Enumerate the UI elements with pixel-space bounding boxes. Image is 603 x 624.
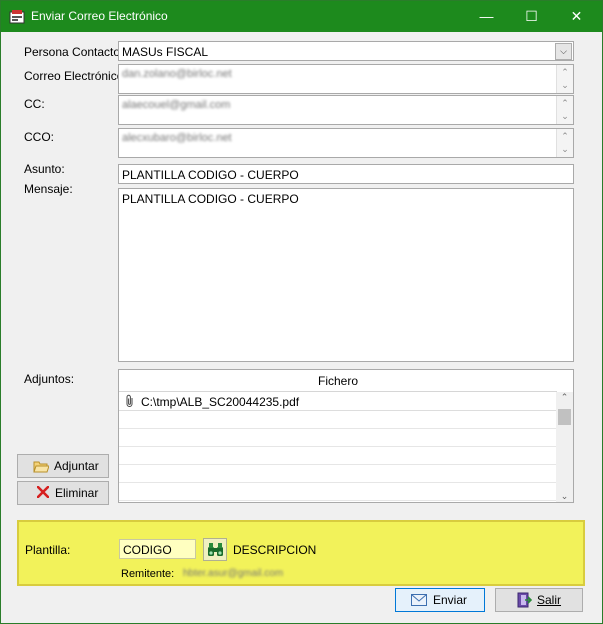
template-panel: Plantilla: CODIGO DESCRIPCION Remitente:… [17,520,585,586]
exit-label: Salir [537,593,562,607]
exit-door-icon [516,592,533,611]
attachments-scrollbar[interactable]: ⌃ ⌄ [556,392,573,502]
exit-button[interactable]: Salir [495,588,583,612]
template-code-value: CODIGO [123,543,172,557]
chevron-down-icon[interactable]: ⌄ [557,80,573,91]
close-button[interactable]: ✕ [554,1,599,32]
chevron-down-icon[interactable]: ⌄ [557,111,573,122]
template-label: Plantilla: [25,543,71,557]
subject-label: Asunto: [24,162,65,176]
chevron-down-icon[interactable]: ⌄ [556,491,573,502]
minimize-button[interactable]: — [464,1,509,32]
cco-value: alecxubaro@birloc.net [122,132,232,144]
scroll-thumb[interactable] [558,409,571,425]
chevron-up-icon[interactable]: ⌃ [557,67,573,78]
remove-attachment-label: Eliminar [55,486,99,500]
table-row [119,429,557,447]
folder-open-icon [33,459,50,476]
chevron-up-icon[interactable]: ⌃ [556,392,573,403]
chevron-down-icon[interactable]: ⌵ [555,43,572,60]
cc-field[interactable]: alaecouel@gmail.com ⌃ ⌄ [118,95,574,125]
chevron-down-icon[interactable]: ⌄ [557,144,573,155]
template-description: DESCRIPCION [233,543,317,557]
column-header-fichero[interactable]: Fichero [119,370,557,392]
window-title: Enviar Correo Electrónico [31,9,168,23]
contact-value: MASUs FISCAL [122,45,209,59]
maximize-button[interactable]: ☐ [509,1,554,32]
table-row [119,465,557,483]
paperclip-icon [125,394,135,411]
cco-label: CCO: [24,130,54,144]
attachments-grid[interactable]: Fichero C:\tmp\ALB_SC20044235.pdf ⌃ ⌄ [118,369,574,503]
title-bar: Enviar Correo Electrónico — ☐ ✕ [1,1,602,32]
email-label: Correo Electrónico: [24,69,127,83]
cco-scrollbar[interactable]: ⌃ ⌄ [556,129,573,157]
message-label: Mensaje: [24,182,73,196]
contact-select[interactable]: MASUs FISCAL ⌵ [118,41,574,61]
cc-value: alaecouel@gmail.com [122,99,231,111]
sender-label: Remitente: [121,568,175,580]
chevron-up-icon[interactable]: ⌃ [557,131,573,142]
table-row [119,411,557,429]
cco-field[interactable]: alecxubaro@birloc.net ⌃ ⌄ [118,128,574,158]
binoculars-icon [207,542,224,560]
email-scrollbar[interactable]: ⌃ ⌄ [556,65,573,93]
add-attachment-label: Adjuntar [54,459,99,473]
add-attachment-button[interactable]: Adjuntar [17,454,109,478]
email-dialog: Enviar Correo Electrónico — ☐ ✕ Persona … [0,0,603,624]
search-template-button[interactable] [203,538,227,561]
cc-scrollbar[interactable]: ⌃ ⌄ [556,96,573,124]
chevron-up-icon[interactable]: ⌃ [557,98,573,109]
table-row [119,447,557,465]
envelope-icon [411,594,427,609]
remove-attachment-button[interactable]: Eliminar [17,481,109,505]
grid-header: Fichero [119,370,557,392]
attachments-label: Adjuntos: [24,372,75,386]
email-field[interactable]: dan.zolano@birloc.net ⌃ ⌄ [118,64,574,94]
contact-label: Persona Contacto: [24,45,124,59]
send-label: Enviar [433,593,468,607]
sender-value: hbter.asur@gmail.com [183,568,284,579]
message-textarea[interactable]: PLANTILLA CODIGO - CUERPO [118,188,574,362]
template-code-input[interactable]: CODIGO [119,539,196,559]
table-row[interactable]: C:\tmp\ALB_SC20044235.pdf [119,392,557,411]
delete-x-icon [36,485,50,501]
send-button[interactable]: Enviar [395,588,485,612]
message-value: PLANTILLA CODIGO - CUERPO [122,192,299,206]
cc-label: CC: [24,97,45,111]
subject-value: PLANTILLA CODIGO - CUERPO [122,168,299,182]
attachment-filename: C:\tmp\ALB_SC20044235.pdf [141,395,300,409]
subject-field[interactable]: PLANTILLA CODIGO - CUERPO [118,164,574,184]
table-row [119,483,557,501]
app-icon [9,9,25,24]
email-value: dan.zolano@birloc.net [122,68,232,80]
